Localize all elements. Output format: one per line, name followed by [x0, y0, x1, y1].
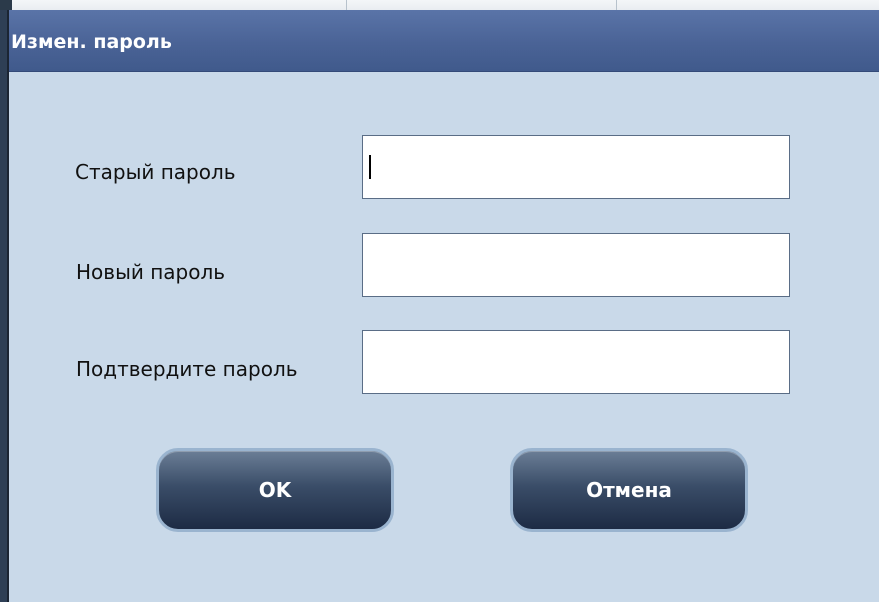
- background-window-corner: [0, 0, 12, 10]
- old-password-input[interactable]: [362, 135, 790, 199]
- text-caret: [369, 155, 371, 179]
- background-window-edge: [0, 10, 9, 602]
- dialog-titlebar[interactable]: Измен. пароль: [9, 10, 879, 72]
- cancel-button[interactable]: Отмена: [510, 448, 748, 532]
- background-separator: [346, 0, 347, 10]
- dialog-title: Измен. пароль: [11, 31, 172, 53]
- confirm-password-input[interactable]: [362, 330, 790, 394]
- change-password-dialog: Измен. пароль Старый пароль Новый пароль…: [9, 10, 879, 602]
- new-password-input[interactable]: [362, 233, 790, 297]
- ok-button[interactable]: OK: [156, 448, 394, 532]
- background-window-strip: [0, 0, 879, 10]
- background-separator: [616, 0, 617, 10]
- new-password-label: Новый пароль: [76, 260, 226, 284]
- old-password-label: Старый пароль: [75, 160, 236, 184]
- confirm-password-label: Подтвердите пароль: [76, 357, 298, 381]
